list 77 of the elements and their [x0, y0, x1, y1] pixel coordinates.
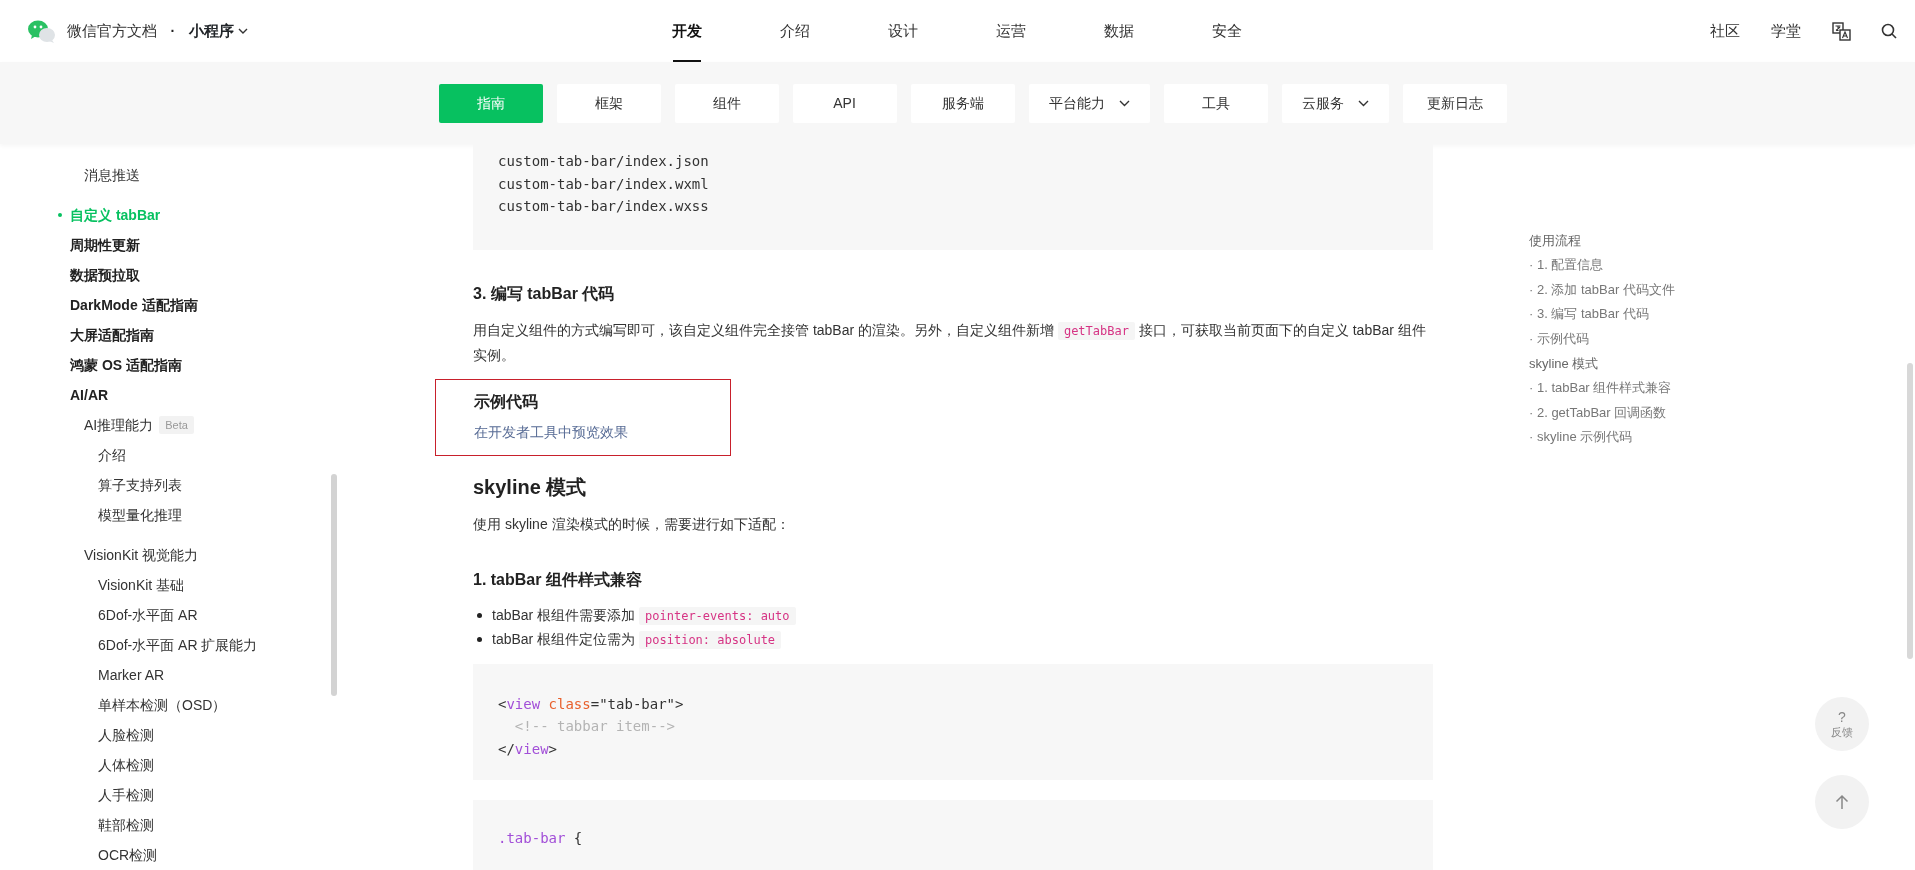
section-tab[interactable]: 更新日志 [1402, 83, 1507, 123]
nav-tab[interactable]: 数据 [1064, 0, 1173, 62]
nav-tab[interactable]: 运营 [956, 0, 1065, 62]
sidebar-item[interactable]: 数据预拉取 [0, 260, 140, 290]
list-item: tabBar 根组件需要添加 pointer-events: auto [492, 603, 796, 628]
caret-icon [237, 28, 248, 34]
toc-link[interactable]: · 2. getTabBar 回调函数 [1529, 400, 1915, 425]
sidebar-item[interactable]: 人脸检测 [0, 720, 154, 750]
toc-link[interactable]: · 2. 添加 tabBar 代码文件 [1529, 277, 1915, 302]
bullet-icon [58, 213, 62, 217]
code-line: custom-tab-bar/index.wxml [498, 174, 709, 194]
sidebar-item[interactable]: 大屏适配指南 [0, 320, 154, 350]
sidebar-item[interactable]: 人手检测 [0, 780, 154, 810]
toc-link[interactable]: skyline 模式 [1529, 351, 1915, 376]
nav-tab[interactable]: 安全 [1172, 0, 1281, 62]
sidebar-item[interactable]: Marker AR [0, 660, 165, 690]
code-line: .tab-bar { [498, 829, 583, 848]
logo-icon [27, 18, 56, 44]
section-tab[interactable]: 组件 [674, 83, 779, 123]
arrow-up-icon [1835, 794, 1849, 810]
preview-link[interactable]: 在开发者工具中预览效果 [474, 423, 628, 440]
scrollbar-thumb[interactable] [1907, 363, 1913, 659]
code-line: <!-- tabbar item--> [513, 717, 675, 736]
sidebar-item[interactable]: 单样本检测（OSD） [0, 690, 227, 720]
sidebar-item[interactable]: 人体检测 [0, 750, 154, 780]
sidebar-item[interactable]: 模型量化推理 [0, 500, 182, 530]
sidebar-item[interactable]: AI/AR [0, 380, 109, 410]
toc-link[interactable]: 使用流程 [1529, 228, 1915, 253]
sidebar-item[interactable]: 鞋部检测 [0, 810, 154, 840]
bullet-icon [477, 613, 482, 618]
section-tab[interactable]: 服务端 [910, 83, 1015, 123]
sidebar-item[interactable]: OCR检测 [0, 840, 158, 870]
toc-link[interactable]: · 3. 编写 tabBar 代码 [1529, 302, 1915, 327]
section-tab[interactable]: 框架 [556, 83, 661, 123]
code-line: custom-tab-bar/index.wxss [498, 197, 709, 216]
sidebar-item[interactable]: 6Dof-水平面 AR 扩展能力 [0, 630, 258, 660]
sidebar-item[interactable]: 6Dof-水平面 AR [0, 600, 198, 630]
section-tab[interactable]: 工具 [1163, 83, 1268, 123]
sidebar-item[interactable]: 算子支持列表 [0, 470, 182, 500]
nav-link[interactable]: 社区 [1710, 19, 1740, 43]
beta-badge: Beta [159, 415, 194, 435]
search-icon[interactable] [1881, 23, 1897, 39]
toc-link[interactable]: · 1. 配置信息 [1529, 253, 1915, 278]
toc-link[interactable]: · 示例代码 [1529, 326, 1915, 351]
nav-tab[interactable]: 介绍 [740, 0, 849, 62]
product-dropdown[interactable]: 小程序 [189, 19, 248, 43]
code-line: </view> [498, 739, 557, 759]
toc-link[interactable]: · 1. tabBar 组件样式兼容 [1529, 376, 1915, 401]
sidebar-item[interactable]: DarkMode 适配指南 [0, 290, 198, 320]
section-tab[interactable]: 平台能力 [1028, 83, 1150, 123]
code-line: <view class="tab-bar"> [498, 694, 684, 714]
example-title: 示例代码 [474, 391, 539, 412]
sidebar-item[interactable]: AI推理能力 Beta [0, 410, 194, 440]
list-item: tabBar 根组件定位需为 position: absolute [492, 627, 782, 652]
sidebar-item[interactable]: 周期性更新 [0, 230, 140, 260]
toc-link[interactable]: · skyline 示例代码 [1529, 425, 1915, 450]
separator: · [170, 21, 176, 41]
section-heading: skyline 模式 [473, 474, 588, 500]
section-tab[interactable]: 云服务 [1281, 83, 1389, 123]
nav-tab[interactable]: 开发 [632, 0, 741, 62]
sidebar-item[interactable]: VisionKit 基础 [0, 570, 185, 600]
nav-tab[interactable]: 设计 [848, 0, 957, 62]
sidebar-item[interactable]: 鸿蒙 OS 适配指南 [0, 350, 182, 380]
site-title: 微信官方文档 [66, 20, 157, 41]
sidebar-item[interactable]: VisionKit 视觉能力 [0, 540, 199, 570]
nav-link[interactable]: 学堂 [1771, 19, 1801, 43]
section-heading: 1. tabBar 组件样式兼容 [473, 569, 643, 590]
bullet-icon [477, 637, 482, 642]
sidebar-item[interactable]: 消息推送 [0, 160, 140, 190]
scrollbar-thumb[interactable] [331, 474, 337, 696]
sidebar-item[interactable]: 介绍 [0, 440, 126, 470]
paragraph: 用自定义组件的方式编写即可，该自定义组件完全接管 tabBar 的渲染。另外，自定义组件新增 getTabBar 接口，可获取当前页面下的自定义 tabBar 组件实例。 [473, 320, 1427, 365]
section-tab[interactable]: API [792, 83, 897, 123]
code-line: custom-tab-bar/index.json [498, 152, 709, 171]
paragraph: 使用 skyline 渲染模式的时候，需要进行如下适配： [473, 514, 791, 534]
section-heading: 3. 编写 tabBar 代码 [473, 283, 616, 304]
translate-icon[interactable] [1832, 21, 1851, 41]
